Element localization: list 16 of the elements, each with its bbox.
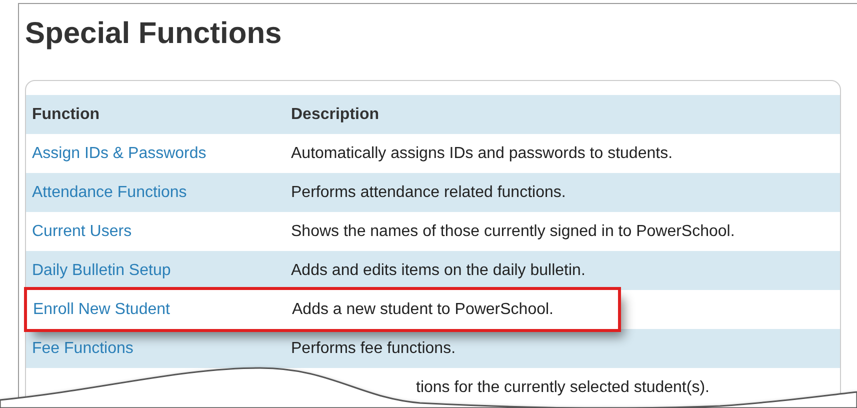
table-cell-text: Adds a new student to PowerSchool.	[292, 300, 554, 320]
table-cell-text: Performs fee functions.	[291, 338, 456, 358]
column-header: Function	[31, 104, 101, 124]
function-link[interactable]: Attendance Functions	[32, 184, 187, 200]
function-link[interactable]: Fee Functions	[32, 340, 134, 356]
function-link[interactable]: Daily Bulletin Setup	[32, 262, 171, 278]
page-title: Special Functions	[25, 16, 283, 52]
table-cell-text: tions for the currently selected student(s).	[415, 378, 710, 398]
table-cell-text: Automatically assigns IDs and passwords to students.	[291, 144, 673, 164]
table-cell-text: Shows the names of those currently signed in to PowerSchool.	[291, 222, 735, 242]
table-cell-text: Performs attendance related functions.	[291, 182, 566, 202]
column-header: Description	[291, 104, 380, 124]
function-link[interactable]: Enroll New Student	[33, 300, 170, 318]
table-cell-text: Adds and edits items on the daily bulletin.	[291, 260, 586, 280]
function-link[interactable]: Assign IDs & Passwords	[32, 144, 206, 162]
function-link[interactable]: Current Users	[32, 222, 132, 240]
